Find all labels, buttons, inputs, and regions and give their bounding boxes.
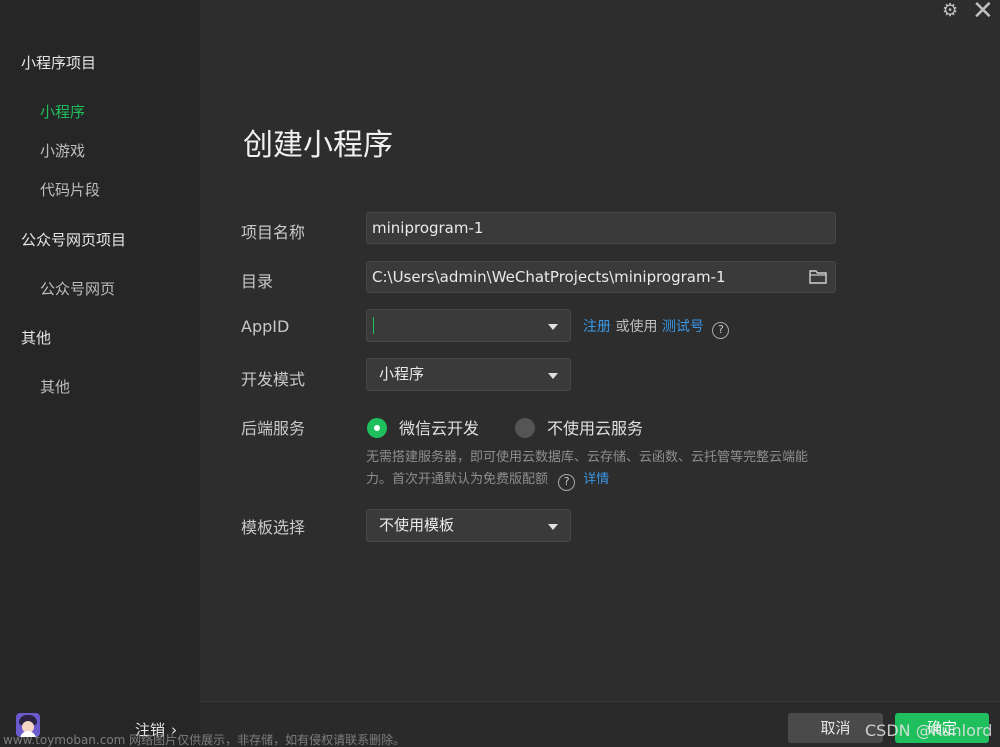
sidebar-item-minigame[interactable]: 小游戏 — [40, 140, 85, 161]
dev-mode-select[interactable]: 小程序 — [366, 358, 571, 391]
section-other: 其他 — [21, 329, 52, 347]
csdn-watermark: CSDN @Kunlord — [865, 721, 993, 740]
sidebar-item-code-snippet[interactable]: 代码片段 — [40, 179, 100, 200]
sidebar: 小程序项目 小程序 小游戏 代码片段 公众号网页项目 公众号网页 其他 其他 注… — [0, 0, 200, 747]
backend-description-line-1: 无需搭建服务器，即可使用云数据库、云存储、云函数、云托管等完整云端能 — [366, 450, 809, 465]
appid-select[interactable] — [366, 309, 571, 342]
folder-icon[interactable] — [809, 269, 827, 284]
dev-mode-value: 小程序 — [379, 365, 425, 383]
section-miniprogram-projects: 小程序项目 — [21, 54, 97, 72]
backend-description: 无需搭建服务器，即可使用云数据库、云存储、云函数、云托管等完整云端能 力。首次开… — [366, 447, 856, 491]
help-icon[interactable]: ? — [712, 322, 730, 339]
sidebar-item-miniprogram[interactable]: 小程序 — [40, 101, 85, 122]
template-label: 模板选择 — [241, 518, 306, 537]
close-icon[interactable]: ✕ — [972, 0, 994, 26]
caret-down-icon — [548, 524, 558, 530]
template-select[interactable]: 不使用模板 — [366, 509, 571, 542]
radio-wechat-cloud[interactable]: 微信云开发 — [367, 415, 479, 439]
dev-mode-label: 开发模式 — [241, 370, 306, 389]
template-value: 不使用模板 — [379, 516, 455, 534]
radio-checked-icon — [367, 418, 387, 438]
directory-value: C:\Users\admin\WeChatProjects\miniprogra… — [372, 268, 726, 286]
radio-no-cloud-label: 不使用云服务 — [547, 419, 644, 438]
gear-icon[interactable]: ⚙ — [942, 0, 958, 21]
section-official-account-projects: 公众号网页项目 — [21, 231, 127, 249]
backend-label: 后端服务 — [241, 419, 306, 438]
project-name-input[interactable]: miniprogram-1 — [366, 212, 836, 244]
text-cursor — [373, 317, 374, 334]
sidebar-item-official-account-web[interactable]: 公众号网页 — [40, 278, 115, 299]
watermark-text: www.toymoban.com 网络图片仅供展示，非存储，如有侵权请联系删除。 — [3, 733, 406, 747]
directory-input[interactable]: C:\Users\admin\WeChatProjects\miniprogra… — [366, 261, 836, 293]
caret-down-icon — [548, 373, 558, 379]
sidebar-item-other[interactable]: 其他 — [40, 376, 70, 397]
appid-label: AppID — [241, 317, 290, 336]
page-title: 创建小程序 — [243, 128, 393, 163]
radio-wechat-cloud-label: 微信云开发 — [399, 419, 480, 438]
project-name-label: 项目名称 — [241, 223, 306, 242]
caret-down-icon — [548, 324, 558, 330]
details-link[interactable]: 详情 — [583, 472, 609, 487]
test-account-link[interactable]: 测试号 — [662, 319, 704, 335]
register-link[interactable]: 注册 — [583, 319, 611, 335]
help-icon[interactable]: ? — [558, 474, 576, 491]
radio-no-cloud[interactable]: 不使用云服务 — [515, 415, 643, 439]
radio-unchecked-icon — [515, 418, 535, 438]
appid-links: 注册 或使用 测试号 ? — [583, 316, 730, 339]
directory-label: 目录 — [241, 272, 274, 291]
or-use-text: 或使用 — [615, 319, 658, 335]
backend-description-line-2: 力。首次开通默认为免费版配额 — [366, 472, 549, 487]
